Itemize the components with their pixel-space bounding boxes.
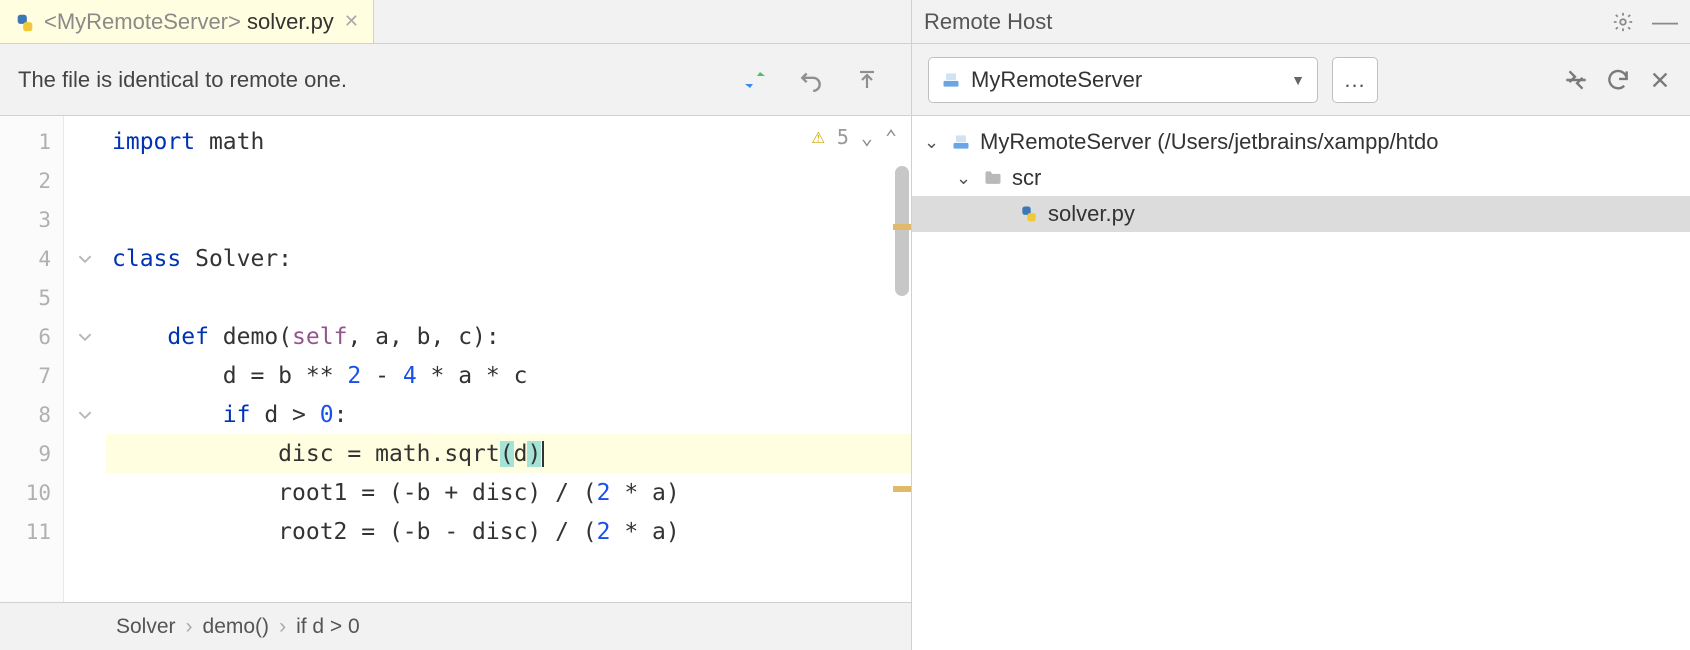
chevron-down-icon[interactable]: ⌄ — [956, 168, 974, 189]
line-number: 5 — [0, 278, 63, 317]
remote-server-name: MyRemoteServer — [971, 67, 1142, 93]
line-number: 7 — [0, 356, 63, 395]
gear-icon[interactable] — [1612, 11, 1634, 33]
folder-icon — [982, 168, 1004, 188]
fold-gutter — [64, 116, 106, 602]
code-editor[interactable]: 1 2 3 4 5 6 7 8 9 10 11 — [0, 116, 911, 602]
line-number: 11 — [0, 512, 63, 551]
line-number-gutter: 1 2 3 4 5 6 7 8 9 10 11 — [0, 116, 64, 602]
upload-icon[interactable] — [853, 66, 881, 94]
tree-node-label: MyRemoteServer (/Users/jetbrains/xampp/h… — [980, 129, 1439, 155]
remote-diff-bar: The file is identical to remote one. — [0, 44, 911, 116]
editor-tab-strip: <MyRemoteServer> solver.py ✕ — [0, 0, 911, 44]
change-marker — [893, 486, 911, 492]
line-number: 2 — [0, 161, 63, 200]
line-number: 1 — [0, 122, 63, 161]
refresh-icon[interactable] — [1604, 66, 1632, 94]
remote-diff-message: The file is identical to remote one. — [18, 67, 741, 93]
code-area[interactable]: ⚠ 5 ⌄ ⌃ import math class Solver: def de… — [106, 116, 911, 602]
panel-header: Remote Host — — [912, 0, 1690, 44]
editor-scrollbar[interactable] — [895, 166, 909, 296]
fold-toggle-icon[interactable] — [64, 317, 106, 356]
line-number: 3 — [0, 200, 63, 239]
fold-toggle-icon[interactable] — [64, 395, 106, 434]
remote-file-tree[interactable]: ⌄ MyRemoteServer (/Users/jetbrains/xampp… — [912, 116, 1690, 650]
editor-pane: <MyRemoteServer> solver.py ✕ The file is… — [0, 0, 912, 650]
close-tab-icon[interactable]: ✕ — [344, 11, 359, 32]
line-number: 10 — [0, 473, 63, 512]
line-number: 4 — [0, 239, 63, 278]
diff-icon[interactable] — [1562, 66, 1590, 94]
line-number: 6 — [0, 317, 63, 356]
breadcrumb[interactable]: Solver › demo() › if d > 0 — [0, 602, 911, 650]
undo-icon[interactable] — [797, 66, 825, 94]
breadcrumb-item[interactable]: if d > 0 — [296, 615, 360, 639]
panel-title: Remote Host — [924, 9, 1612, 35]
chevron-right-icon: › — [186, 615, 193, 639]
tree-node-folder[interactable]: ⌄ scr — [912, 160, 1690, 196]
remote-server-select[interactable]: MyRemoteServer ▼ — [928, 57, 1318, 103]
caret — [542, 441, 544, 467]
fold-toggle-icon[interactable] — [64, 239, 106, 278]
tree-node-server[interactable]: ⌄ MyRemoteServer (/Users/jetbrains/xampp… — [912, 124, 1690, 160]
change-marker — [893, 224, 911, 230]
chevron-down-icon: ▼ — [1291, 72, 1305, 88]
chevron-right-icon: › — [279, 615, 286, 639]
editor-tab[interactable]: <MyRemoteServer> solver.py ✕ — [0, 0, 374, 43]
line-number: 8 — [0, 395, 63, 434]
tree-node-label: scr — [1012, 165, 1041, 191]
chevron-down-icon[interactable]: ⌄ — [924, 132, 942, 153]
tree-node-label: solver.py — [1048, 201, 1135, 227]
editor-tab-label: <MyRemoteServer> solver.py — [44, 9, 334, 35]
server-icon — [950, 132, 972, 152]
more-button[interactable]: ... — [1332, 57, 1378, 103]
ellipsis-label: ... — [1344, 67, 1365, 93]
breadcrumb-item[interactable]: demo() — [203, 615, 270, 639]
breadcrumb-item[interactable]: Solver — [116, 615, 176, 639]
python-file-icon — [14, 12, 34, 32]
remote-host-panel: Remote Host — MyRemoteServer ▼ ... — [912, 0, 1690, 650]
close-icon[interactable] — [1646, 66, 1674, 94]
minimize-icon[interactable]: — — [1652, 16, 1678, 26]
python-file-icon — [1018, 204, 1040, 224]
server-icon — [941, 70, 961, 90]
tree-node-file[interactable]: solver.py — [912, 196, 1690, 232]
compare-icon[interactable] — [741, 66, 769, 94]
line-number: 9 — [0, 434, 63, 473]
remote-toolbar: MyRemoteServer ▼ ... — [912, 44, 1690, 116]
